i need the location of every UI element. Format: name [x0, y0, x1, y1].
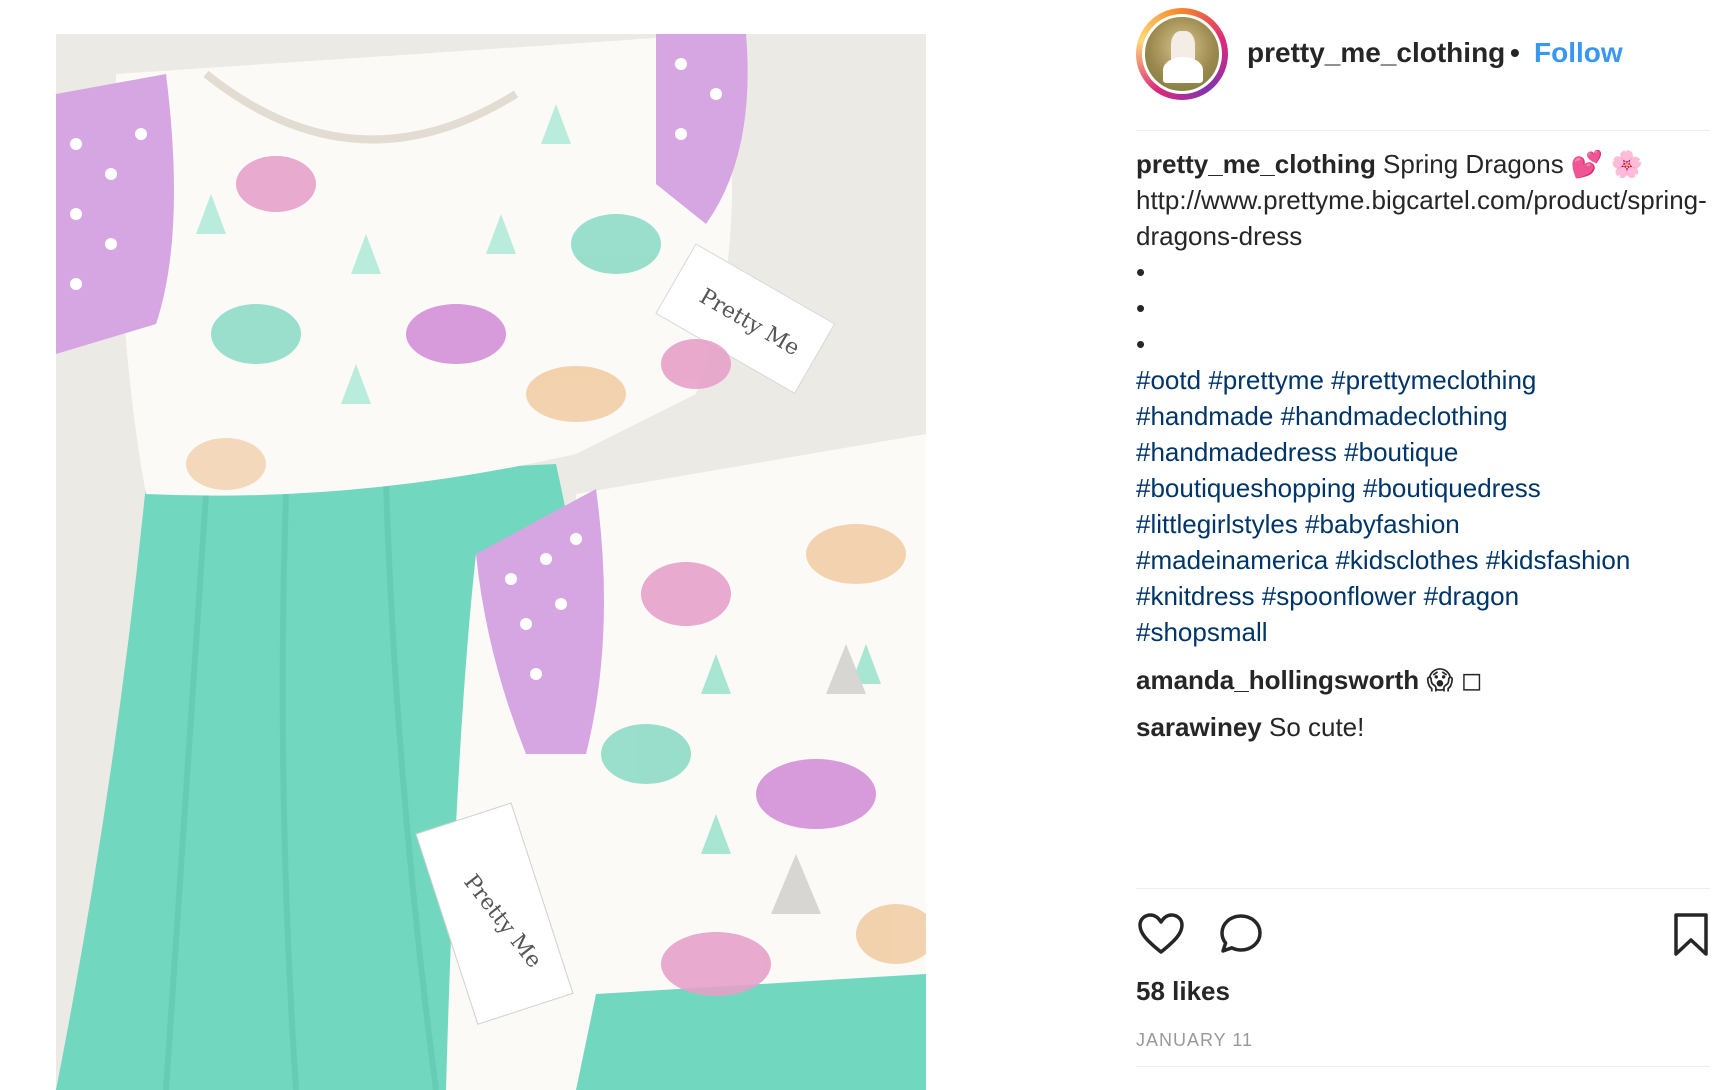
hashtag-link[interactable]: #boutique — [1344, 437, 1458, 467]
caption-link[interactable]: http://www.prettyme.bigcartel.com/produc… — [1136, 182, 1710, 254]
follow-button[interactable]: Follow — [1534, 37, 1623, 69]
caption-bullets: • • • — [1136, 254, 1710, 362]
header-username[interactable]: pretty_me_clothing — [1247, 37, 1505, 69]
bullet: • — [1136, 257, 1146, 287]
hashtag-link[interactable]: #knitdress — [1136, 581, 1255, 611]
post-photo[interactable]: Pretty Me Pretty Me — [56, 34, 926, 1090]
comment-username[interactable]: sarawiney — [1136, 712, 1262, 742]
hashtag-link[interactable]: #spoonflower — [1262, 581, 1417, 611]
bookmark-icon[interactable] — [1666, 910, 1716, 960]
header-divider — [1136, 130, 1710, 131]
actions-divider — [1136, 888, 1710, 889]
hashtag-link[interactable]: #handmadedress — [1136, 437, 1337, 467]
caption: pretty_me_clothing Spring Dragons 💕 🌸 ht… — [1136, 146, 1710, 650]
comment-text: So cute! — [1261, 712, 1365, 742]
caption-username[interactable]: pretty_me_clothing — [1136, 149, 1376, 179]
hashtag-link[interactable]: #prettymeclothing — [1331, 365, 1536, 395]
post-header: pretty_me_clothing • Follow — [1136, 0, 1710, 130]
photo-dragon-dresses: Pretty Me Pretty Me — [56, 34, 926, 1090]
hashtag-link[interactable]: #handmadeclothing — [1281, 401, 1508, 431]
heart-icon[interactable] — [1136, 910, 1186, 960]
comment-username[interactable]: amanda_hollingsworth — [1136, 665, 1419, 695]
likes-count[interactable]: 58 likes — [1136, 976, 1230, 1007]
comment: amanda_hollingsworth 😱 ◻ — [1136, 662, 1710, 698]
bullet: • — [1136, 329, 1146, 359]
comment-text: 😱 ◻ — [1419, 665, 1483, 695]
post-actions — [1136, 910, 1710, 960]
hashtag-link[interactable]: #boutiqueshopping — [1136, 473, 1356, 503]
hashtag-link[interactable]: #madeinamerica — [1136, 545, 1328, 575]
caption-hashtags: #ootd #prettyme #prettymeclothing #handm… — [1136, 362, 1710, 650]
post-side-panel: pretty_me_clothing • Follow pretty_me_cl… — [1136, 0, 1710, 1090]
comment: sarawiney So cute! — [1136, 709, 1710, 745]
profile-avatar[interactable] — [1142, 14, 1222, 94]
hashtag-link[interactable]: #prettyme — [1208, 365, 1324, 395]
caption-text: Spring Dragons 💕 🌸 — [1375, 149, 1643, 179]
comments-section: pretty_me_clothing Spring Dragons 💕 🌸 ht… — [1136, 146, 1710, 745]
story-ring[interactable] — [1136, 8, 1228, 100]
post-date[interactable]: JANUARY 11 — [1136, 1030, 1253, 1051]
avatar-figure-dress — [1163, 57, 1203, 83]
hashtag-link[interactable]: #ootd — [1136, 365, 1201, 395]
hashtag-link[interactable]: #littlegirlstyles — [1136, 509, 1298, 539]
hashtag-link[interactable]: #dragon — [1424, 581, 1519, 611]
header-separator: • — [1510, 37, 1520, 68]
hashtag-link[interactable]: #boutiquedress — [1363, 473, 1541, 503]
comment-icon[interactable] — [1216, 910, 1266, 960]
hashtag-link[interactable]: #kidsclothes — [1335, 545, 1478, 575]
bullet: • — [1136, 293, 1146, 323]
hashtag-link[interactable]: #babyfashion — [1305, 509, 1460, 539]
hashtag-link[interactable]: #handmade — [1136, 401, 1273, 431]
hashtag-link[interactable]: #kidsfashion — [1486, 545, 1631, 575]
bottom-divider — [1136, 1066, 1710, 1067]
hashtag-link[interactable]: #shopsmall — [1136, 617, 1268, 647]
